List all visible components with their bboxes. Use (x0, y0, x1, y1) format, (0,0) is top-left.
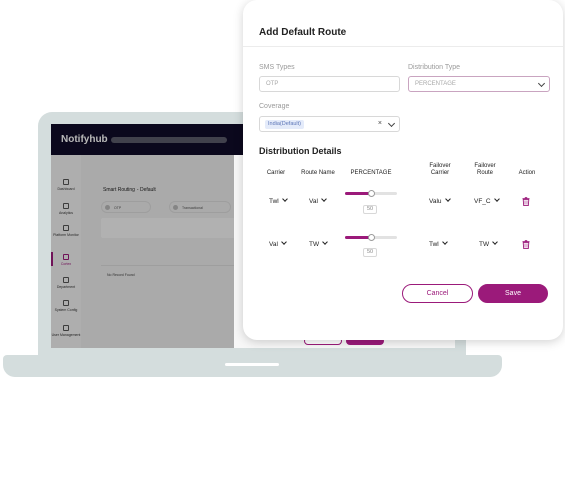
distribution-type-select[interactable]: PERCENTAGE (408, 76, 550, 92)
slider-thumb[interactable] (368, 190, 375, 197)
chevron-down-icon[interactable] (387, 119, 396, 128)
percentage-slider[interactable] (345, 234, 397, 241)
coverage-select[interactable]: India(Default) × (259, 116, 400, 132)
chevron-down-icon (493, 196, 500, 202)
chevron-down-icon (321, 196, 327, 202)
chevron-down-icon (322, 239, 328, 245)
laptop-notch (225, 363, 279, 366)
percentage-value[interactable]: 50 (363, 248, 377, 257)
route-name-select[interactable]: Val (309, 196, 327, 205)
laptop-base (3, 355, 502, 377)
cancel-button[interactable]: Cancel (402, 284, 473, 303)
column-header-route-name: Route Name (301, 170, 335, 176)
route-name-select[interactable]: TW (309, 239, 328, 248)
clear-icon[interactable]: × (378, 117, 382, 131)
add-default-route-modal: Add Default Route SMS Types OTP Distribu… (243, 0, 563, 340)
coverage-chip: India(Default) (265, 120, 305, 129)
percentage-value[interactable]: 50 (363, 205, 377, 214)
chevron-down-icon (444, 196, 451, 202)
chevron-down-icon (537, 79, 546, 88)
failover-carrier-select[interactable]: Twl (429, 239, 448, 248)
column-header-action: Action (518, 170, 536, 176)
chevron-down-icon (281, 239, 287, 245)
failover-carrier-select[interactable]: Valu (429, 196, 451, 205)
coverage-label: Coverage (259, 103, 290, 110)
failover-route-select[interactable]: TW (479, 239, 498, 248)
chevron-down-icon (281, 196, 288, 202)
modal-title: Add Default Route (259, 27, 347, 38)
chevron-down-icon (441, 239, 448, 245)
trash-icon[interactable] (522, 197, 530, 206)
sms-types-field[interactable]: OTP (259, 76, 400, 92)
save-button[interactable]: Save (478, 284, 548, 303)
column-header-percentage: PERCENTAGE (350, 170, 392, 176)
modal-divider (243, 46, 563, 47)
slider-thumb[interactable] (368, 234, 375, 241)
trash-icon[interactable] (522, 240, 530, 249)
distribution-type-label: Distribution Type (408, 64, 461, 71)
column-header-failover-carrier: Failover Carrier (429, 163, 451, 176)
failover-route-select[interactable]: VF_C (474, 196, 500, 205)
distribution-details-title: Distribution Details (259, 146, 342, 156)
sms-types-label: SMS Types (259, 64, 295, 71)
carrier-select[interactable]: Twl (269, 196, 288, 205)
carrier-select[interactable]: Val (269, 239, 287, 248)
chevron-down-icon (492, 239, 498, 245)
column-header-carrier: Carrier (266, 170, 286, 176)
percentage-slider[interactable] (345, 190, 397, 197)
column-header-failover-route: Failover Route (474, 163, 496, 176)
